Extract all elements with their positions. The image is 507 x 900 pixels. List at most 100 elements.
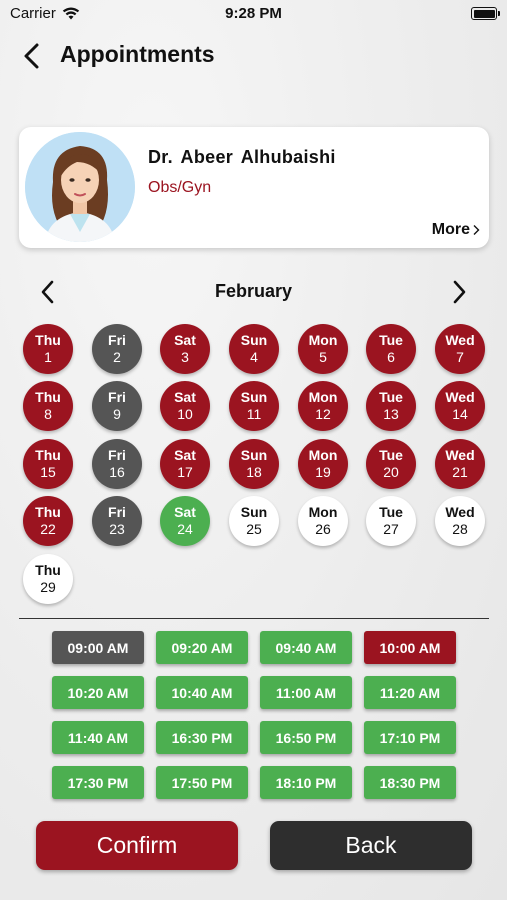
- status-bar: Carrier 9:28 PM: [0, 0, 507, 28]
- day-number: 4: [250, 349, 258, 365]
- day-name: Fri: [108, 504, 126, 520]
- day-number: 27: [383, 521, 399, 537]
- day-name: Sun: [240, 504, 268, 520]
- calendar-day[interactable]: Thu 8: [23, 381, 73, 431]
- next-month-icon[interactable]: [447, 278, 471, 306]
- day-name: Thu: [35, 389, 61, 405]
- day-number: 16: [109, 464, 125, 480]
- calendar-day[interactable]: Sat 17: [160, 439, 210, 489]
- month-selector: February: [0, 276, 507, 306]
- day-number: 28: [452, 521, 468, 537]
- calendar-day[interactable]: Thu 1: [23, 324, 73, 374]
- time-slot-button[interactable]: 17:30 PM: [52, 766, 144, 799]
- calendar-day[interactable]: Mon 12: [298, 381, 348, 431]
- calendar-day[interactable]: Sun 18: [229, 439, 279, 489]
- day-number: 3: [181, 349, 189, 365]
- day-number: 7: [456, 349, 464, 365]
- calendar-day[interactable]: Fri 23: [92, 496, 142, 546]
- time-slot-button[interactable]: 09:20 AM: [156, 631, 248, 664]
- day-number: 14: [452, 406, 468, 422]
- time-slot-button[interactable]: 16:30 PM: [156, 721, 248, 754]
- time-slot-button[interactable]: 18:30 PM: [364, 766, 456, 799]
- back-button[interactable]: Back: [270, 821, 472, 870]
- day-number: 2: [113, 349, 121, 365]
- time-slot-button[interactable]: 10:00 AM: [364, 631, 456, 664]
- navigation-bar: Appointments: [0, 36, 507, 76]
- day-name: Wed: [445, 447, 475, 463]
- calendar-day[interactable]: Sun 25: [229, 496, 279, 546]
- day-name: Sun: [240, 447, 268, 463]
- day-number: 23: [109, 521, 125, 537]
- day-number: 1: [44, 349, 52, 365]
- time-slot-button[interactable]: 11:20 AM: [364, 676, 456, 709]
- calendar-day[interactable]: Tue 27: [366, 496, 416, 546]
- chevron-left-icon[interactable]: [18, 40, 48, 72]
- calendar-day[interactable]: Sun 4: [229, 324, 279, 374]
- status-time: 9:28 PM: [225, 5, 282, 22]
- more-link[interactable]: More: [432, 221, 480, 239]
- day-name: Thu: [35, 562, 61, 578]
- day-name: Tue: [379, 504, 403, 520]
- day-name: Fri: [108, 447, 126, 463]
- day-name: Wed: [445, 332, 475, 348]
- calendar-day[interactable]: Wed 28: [435, 496, 485, 546]
- day-name: Tue: [379, 389, 403, 405]
- calendar-day[interactable]: Fri 9: [92, 381, 142, 431]
- day-number: 10: [177, 406, 193, 422]
- doctor-avatar: [25, 132, 135, 242]
- day-number: 15: [40, 464, 56, 480]
- day-number: 21: [452, 464, 468, 480]
- calendar-day[interactable]: Tue 20: [366, 439, 416, 489]
- calendar-day[interactable]: Mon 5: [298, 324, 348, 374]
- calendar-day[interactable]: Fri 16: [92, 439, 142, 489]
- calendar-day[interactable]: Mon 19: [298, 439, 348, 489]
- more-label: More: [431, 221, 470, 238]
- day-number: 20: [383, 464, 399, 480]
- day-name: Sat: [174, 504, 196, 520]
- day-number: 19: [315, 464, 331, 480]
- calendar-day[interactable]: Tue 6: [366, 324, 416, 374]
- day-number: 29: [40, 579, 56, 595]
- chevron-right-icon: [473, 225, 480, 235]
- battery-icon: [471, 7, 500, 20]
- day-number: 6: [387, 349, 395, 365]
- calendar-day[interactable]: Tue 13: [366, 381, 416, 431]
- calendar-day[interactable]: Sat 3: [160, 324, 210, 374]
- time-slot-button[interactable]: 16:50 PM: [260, 721, 352, 754]
- time-slot-button[interactable]: 09:00 AM: [52, 631, 144, 664]
- time-slot-button[interactable]: 09:40 AM: [260, 631, 352, 664]
- day-name: Fri: [108, 389, 126, 405]
- page-title: Appointments: [60, 41, 215, 67]
- time-slot-button[interactable]: 17:50 PM: [156, 766, 248, 799]
- divider: [19, 618, 489, 619]
- day-name: Mon: [308, 504, 338, 520]
- calendar-day[interactable]: Fri 2: [92, 324, 142, 374]
- time-slot-button[interactable]: 17:10 PM: [364, 721, 456, 754]
- time-slot-button[interactable]: 11:00 AM: [260, 676, 352, 709]
- calendar-day[interactable]: Sun 11: [229, 381, 279, 431]
- time-slot-button[interactable]: 11:40 AM: [52, 721, 144, 754]
- calendar-day[interactable]: Sat 10: [160, 381, 210, 431]
- calendar-day[interactable]: Sat 24: [160, 496, 210, 546]
- day-name: Tue: [379, 332, 403, 348]
- calendar-day[interactable]: Wed 14: [435, 381, 485, 431]
- calendar-day[interactable]: Mon 26: [298, 496, 348, 546]
- day-name: Thu: [35, 447, 61, 463]
- time-slot-button[interactable]: 18:10 PM: [260, 766, 352, 799]
- day-name: Sat: [174, 389, 196, 405]
- doctor-card: Dr. Abeer Alhubaishi Obs/Gyn More: [19, 127, 489, 248]
- day-number: 11: [246, 406, 262, 422]
- day-number: 8: [44, 406, 52, 422]
- calendar-day[interactable]: Wed 21: [435, 439, 485, 489]
- calendar-day[interactable]: Thu 15: [23, 439, 73, 489]
- day-number: 25: [246, 521, 262, 537]
- day-number: 24: [177, 521, 193, 537]
- calendar-day[interactable]: Thu 22: [23, 496, 73, 546]
- confirm-button[interactable]: Confirm: [36, 821, 238, 870]
- time-slot-button[interactable]: 10:40 AM: [156, 676, 248, 709]
- calendar-day[interactable]: Thu 29: [23, 554, 73, 604]
- doctor-name: Dr. Abeer Alhubaishi: [148, 147, 336, 167]
- day-name: Mon: [308, 389, 338, 405]
- time-slot-button[interactable]: 10:20 AM: [52, 676, 144, 709]
- calendar-day[interactable]: Wed 7: [435, 324, 485, 374]
